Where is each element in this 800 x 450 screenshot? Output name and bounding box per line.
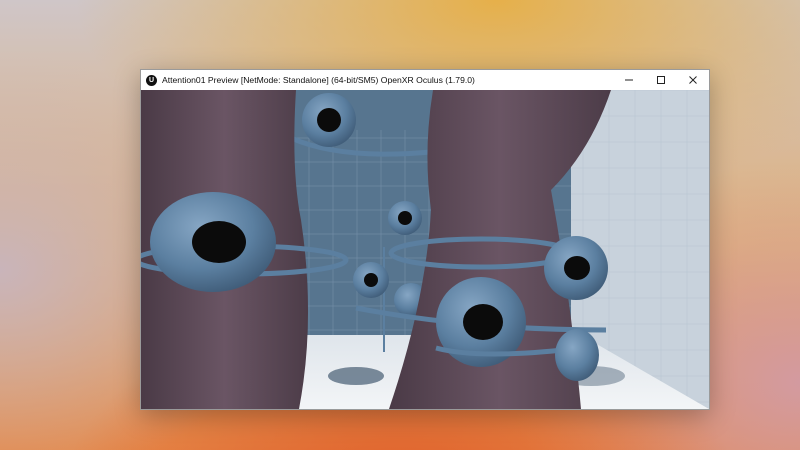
minimize-icon bbox=[625, 79, 633, 81]
3d-scene bbox=[141, 90, 709, 409]
maximize-icon bbox=[657, 76, 665, 84]
game-viewport[interactable] bbox=[141, 90, 709, 409]
unreal-logo-icon: U bbox=[146, 74, 157, 86]
window-controls bbox=[613, 70, 709, 90]
close-button[interactable] bbox=[677, 70, 709, 90]
window-title: Attention01 Preview [NetMode: Standalone… bbox=[162, 75, 475, 85]
minimize-button[interactable] bbox=[613, 70, 645, 90]
title-bar[interactable]: U Attention01 Preview [NetMode: Standalo… bbox=[141, 70, 709, 90]
app-window: U Attention01 Preview [NetMode: Standalo… bbox=[140, 69, 710, 410]
maximize-button[interactable] bbox=[645, 70, 677, 90]
close-icon bbox=[689, 76, 697, 84]
